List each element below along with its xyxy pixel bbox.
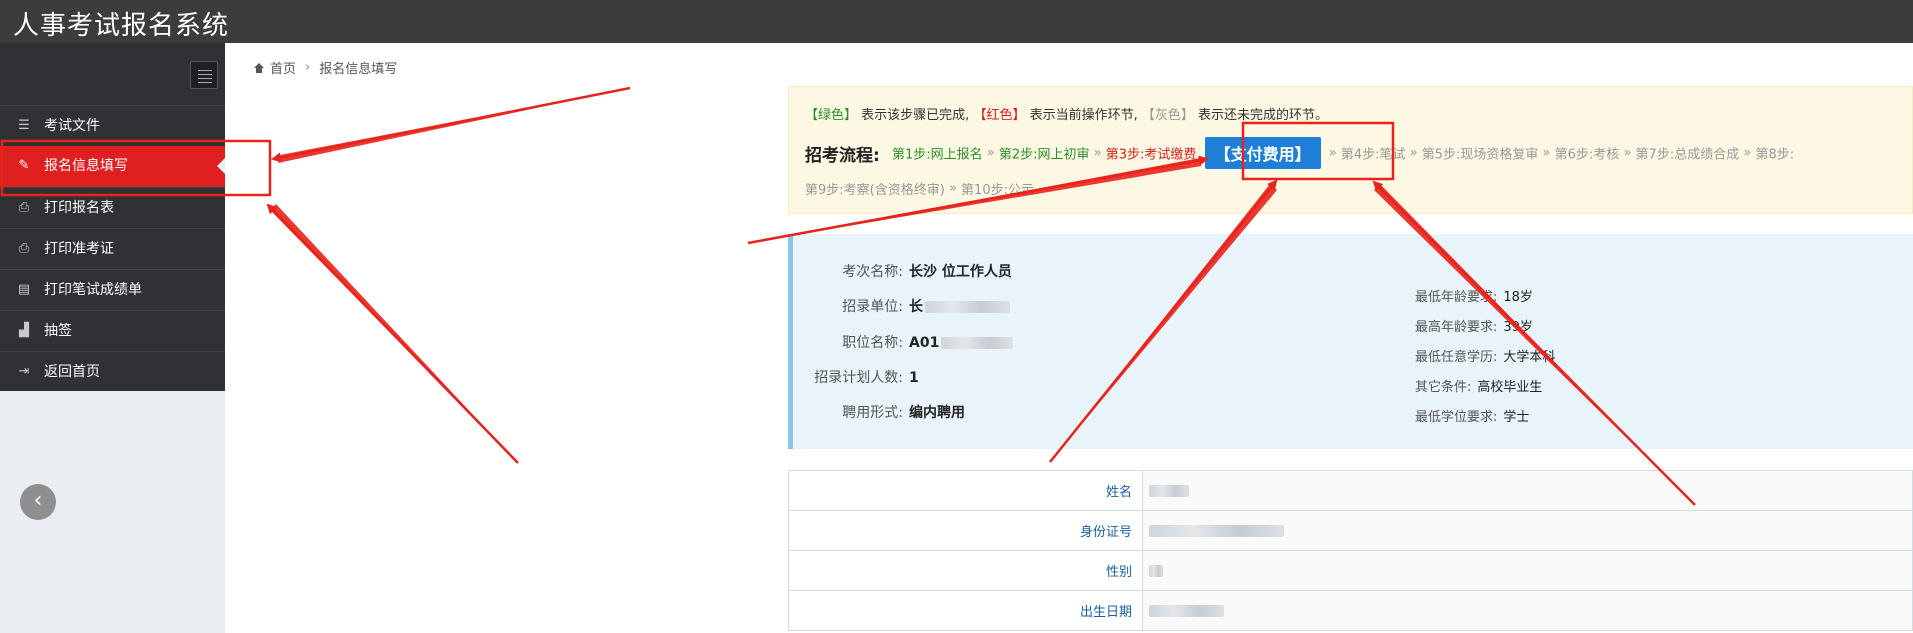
sidebar-item-draw-lots[interactable]: ▟ 抽签 bbox=[0, 310, 225, 351]
step-arrow: » bbox=[986, 145, 995, 161]
step-2: 第2步:网上初审 bbox=[998, 147, 1090, 163]
legend-green-text: 表示该步骤已完成, bbox=[861, 108, 970, 123]
flow-steps-row-2: 第9步:考察(含资格终审) » 第10步:公示 bbox=[805, 179, 1034, 198]
step-7: 第7步:总成绩合成 bbox=[1635, 147, 1740, 163]
legend-gray: 【灰色】 bbox=[1141, 108, 1194, 123]
info-other-conditions: 其它条件: 高校毕业生 bbox=[1415, 380, 1543, 395]
exam-info-panel: 考次名称: 长沙 位工作人员 招录单位: 长 职位名称: A01 招录计划人数: 1 聘… bbox=[788, 234, 1913, 449]
legend-red-text: 表示当前操作环节, bbox=[1029, 108, 1138, 123]
field-value-name bbox=[1142, 470, 1913, 511]
step-arrow: » bbox=[1328, 145, 1337, 161]
process-flow-panel: 【绿色】 表示该步骤已完成, 【红色】 表示当前操作环节, 【灰色】 表示还未完… bbox=[788, 86, 1913, 214]
step-arrow: » bbox=[1409, 145, 1418, 161]
info-plan-count: 招录计划人数: 1 bbox=[814, 370, 919, 386]
step-8: 第8步: bbox=[1755, 147, 1795, 163]
redacted-text bbox=[1149, 484, 1189, 497]
step-9: 第9步:考察(含资格终审) bbox=[805, 183, 945, 198]
sidebar-item-exam-files[interactable]: ☰ 考试文件 bbox=[0, 105, 225, 146]
field-label-gender: 性别 bbox=[788, 550, 1143, 591]
sidebar-item-print-admission-ticket[interactable]: ⎙ 打印准考证 bbox=[0, 228, 225, 269]
hamburger-icon bbox=[198, 70, 212, 71]
step-arrow: » bbox=[948, 181, 957, 196]
pay-fee-button[interactable]: 【支付费用】 bbox=[1204, 137, 1321, 169]
step-arrow: » bbox=[1542, 145, 1551, 161]
sign-out-icon: ⇥ bbox=[18, 364, 30, 379]
step-arrow: » bbox=[1093, 145, 1102, 161]
info-max-age: 最高年龄要求: 39岁 bbox=[1415, 320, 1533, 335]
legend-red: 【红色】 bbox=[973, 108, 1026, 123]
step-4: 第4步:笔试 bbox=[1340, 147, 1406, 163]
redacted-text bbox=[1149, 604, 1224, 617]
sidebar-item-print-score[interactable]: ▤ 打印笔试成绩单 bbox=[0, 269, 225, 310]
annotation-arrow bbox=[271, 86, 631, 163]
info-employment-type: 聘用形式: 编内聘用 bbox=[842, 405, 965, 421]
info-unit: 招录单位: 长 bbox=[793, 296, 1010, 316]
annotation-arrow bbox=[270, 204, 518, 463]
table-row: 出生日期 bbox=[788, 590, 1913, 631]
field-label-birth-date: 出生日期 bbox=[788, 590, 1143, 631]
breadcrumb-separator: › bbox=[305, 60, 311, 75]
app-title: 人事考试报名系统 bbox=[13, 11, 230, 41]
redacted-text bbox=[941, 337, 1014, 349]
redacted-text bbox=[1149, 564, 1163, 577]
file-icon: ▤ bbox=[17, 282, 31, 297]
edit-icon: ✎ bbox=[18, 158, 30, 173]
step-10: 第10步:公示 bbox=[961, 183, 1034, 198]
list-icon: ☰ bbox=[18, 118, 30, 133]
sidebar-menu: ☰ 考试文件 ✎ 报名信息填写 ⎙ 打印报名表 ⎙ 打印准考证 ▤ 打印笔试成绩… bbox=[0, 43, 225, 391]
chevron-left-icon: ‹ bbox=[33, 488, 43, 513]
flow-title: 招考流程: bbox=[805, 145, 880, 166]
info-position: 职位名称: A01 bbox=[793, 332, 1014, 352]
info-min-education: 最低任意学历: 大学本科 bbox=[1415, 350, 1556, 365]
breadcrumb: 首页 › 报名信息填写 bbox=[254, 58, 397, 77]
redacted-text bbox=[1149, 524, 1284, 537]
breadcrumb-current: 报名信息填写 bbox=[319, 62, 398, 77]
field-label-id-number: 身份证号 bbox=[788, 510, 1143, 551]
step-arrow: » bbox=[1743, 145, 1752, 161]
sidebar: ☰ 考试文件 ✎ 报名信息填写 ⎙ 打印报名表 ⎙ 打印准考证 ▤ 打印笔试成绩… bbox=[0, 43, 225, 633]
table-row: 身份证号 bbox=[788, 510, 1913, 551]
annotation-arrow bbox=[278, 88, 630, 163]
sidebar-item-registration-form[interactable]: ✎ 报名信息填写 bbox=[0, 146, 225, 187]
step-arrow: » bbox=[1623, 145, 1632, 161]
step-3: 第3步:考试缴费 bbox=[1105, 147, 1197, 163]
legend-green: 【绿色】 bbox=[805, 108, 858, 123]
table-row: 性别 bbox=[788, 550, 1913, 591]
field-value-gender bbox=[1142, 550, 1913, 591]
breadcrumb-home-link[interactable]: 首页 bbox=[270, 58, 296, 77]
menu-toggle-button[interactable] bbox=[190, 61, 218, 89]
redacted-text bbox=[925, 301, 1010, 313]
annotation-arrow bbox=[266, 203, 519, 464]
info-exam-name: 考次名称: 长沙 位工作人员 bbox=[842, 264, 1012, 280]
info-min-degree: 最低学位要求: 学士 bbox=[1415, 410, 1530, 425]
signal-icon: ▟ bbox=[19, 323, 29, 338]
collapse-sidebar-button[interactable]: ‹ bbox=[20, 484, 56, 520]
step-5: 第5步:现场资格复审 bbox=[1421, 147, 1539, 163]
field-value-birth-date bbox=[1142, 590, 1913, 631]
print-icon: ⎙ bbox=[18, 200, 30, 215]
info-min-age: 最低年龄要求: 18岁 bbox=[1415, 290, 1533, 305]
top-bar: 人事考试报名系统 bbox=[0, 0, 1913, 43]
print-icon: ⎙ bbox=[18, 241, 30, 256]
color-legend: 【绿色】 表示该步骤已完成, 【红色】 表示当前操作环节, 【灰色】 表示还未完… bbox=[805, 104, 1328, 123]
step-1: 第1步:网上报名 bbox=[891, 147, 983, 163]
field-value-id-number bbox=[1142, 510, 1913, 551]
table-row: 姓名 bbox=[788, 470, 1913, 511]
flow-steps-row: 招考流程: 第1步:网上报名 » 第2步:网上初审 » 第3步:考试缴费 【支付… bbox=[805, 137, 1794, 169]
sidebar-item-print-form[interactable]: ⎙ 打印报名表 bbox=[0, 187, 225, 228]
applicant-form-table: 姓名 身份证号 性别 出生日期 bbox=[788, 470, 1913, 631]
home-icon bbox=[254, 62, 264, 73]
legend-gray-text: 表示还未完成的环节。 bbox=[1198, 108, 1329, 123]
step-6: 第6步:考核 bbox=[1554, 147, 1620, 163]
field-label-name: 姓名 bbox=[788, 470, 1143, 511]
sidebar-item-back-home[interactable]: ⇥ 返回首页 bbox=[0, 351, 225, 392]
